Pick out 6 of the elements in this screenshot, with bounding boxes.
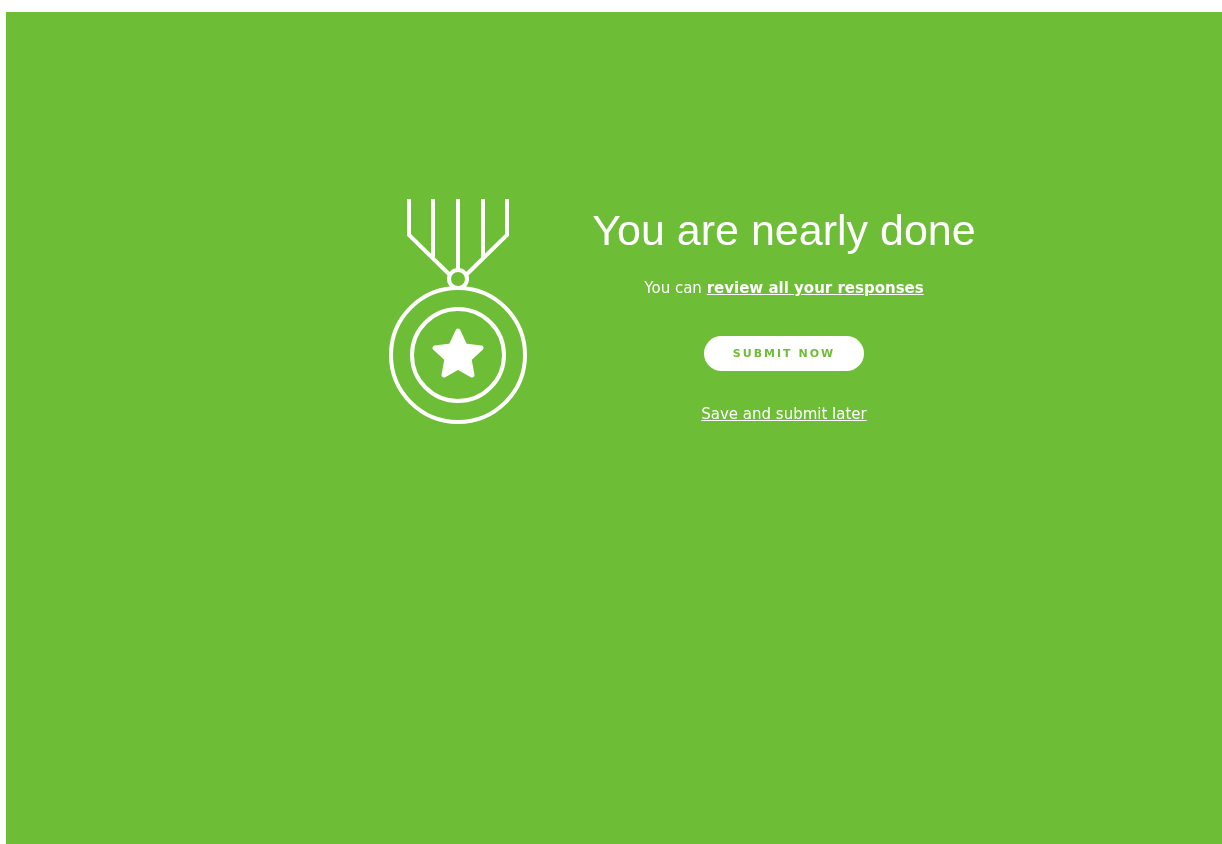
heading: You are nearly done — [592, 205, 976, 256]
message-text: You can — [644, 279, 702, 297]
medal-icon — [388, 197, 528, 425]
review-link[interactable]: review all your responses — [706, 279, 924, 297]
submit-button[interactable]: SUBMIT NOW — [704, 336, 864, 371]
save-later-link[interactable]: Save and submit later — [701, 405, 867, 423]
